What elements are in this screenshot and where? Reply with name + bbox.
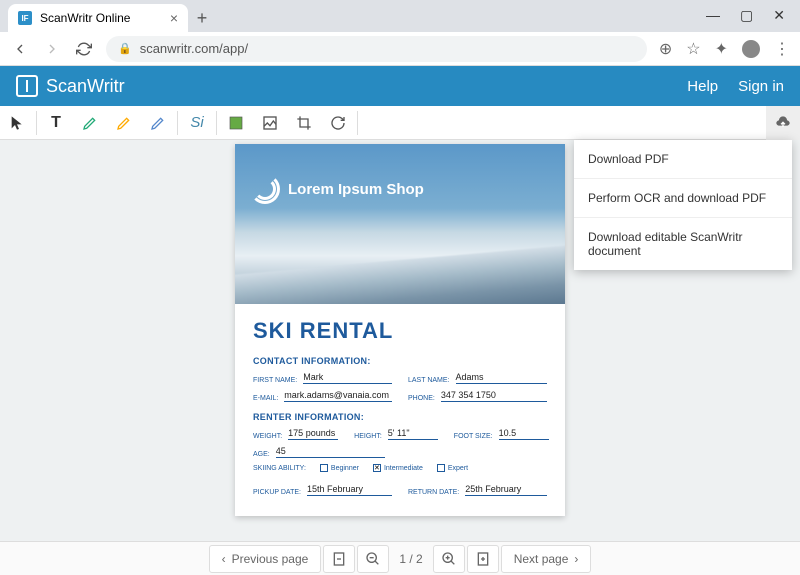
signin-link[interactable]: Sign in (738, 78, 784, 95)
image-fill-tool[interactable] (219, 106, 253, 140)
app-logo[interactable]: ScanWritr (16, 75, 125, 97)
next-page-button[interactable]: Next page › (501, 545, 592, 573)
brand-text: Lorem Ipsum Shop (288, 181, 424, 198)
minimize-icon[interactable]: — (706, 7, 720, 24)
new-tab-button[interactable]: + (188, 4, 216, 32)
image-tool[interactable] (253, 106, 287, 140)
first-name-label: FIRST NAME: (253, 377, 297, 384)
marker-tool[interactable] (107, 106, 141, 140)
pointer-tool[interactable] (0, 106, 34, 140)
forward-button[interactable] (42, 39, 62, 59)
foot-value: 10.5 (499, 428, 549, 440)
close-window-icon[interactable]: ✕ (773, 7, 785, 24)
last-name-label: LAST NAME: (408, 377, 450, 384)
export-menu: Download PDF Perform OCR and download PD… (574, 140, 792, 270)
help-link[interactable]: Help (687, 78, 718, 95)
chevron-right-icon: › (574, 552, 578, 566)
text-tool[interactable]: T (39, 106, 73, 140)
age-value: 45 (276, 446, 386, 458)
return-value: 25th February (465, 484, 547, 496)
foot-label: FOOT SIZE: (454, 433, 493, 440)
chk-intermediate-label: Intermediate (384, 465, 423, 472)
chevron-left-icon: ‹ (222, 552, 226, 566)
brand-icon (250, 174, 280, 204)
first-name-value: Mark (303, 372, 392, 384)
doc-title: SKI RENTAL (253, 318, 547, 344)
download-pdf-item[interactable]: Download PDF (574, 140, 792, 179)
extensions-icon[interactable]: ✦ (715, 39, 728, 59)
ocr-download-item[interactable]: Perform OCR and download PDF (574, 179, 792, 218)
toolbar: T Si (0, 106, 800, 140)
checkbox-intermediate: ✕ (373, 464, 381, 472)
zoom-in-button[interactable] (433, 545, 465, 573)
back-button[interactable] (10, 39, 30, 59)
logo-icon (16, 75, 38, 97)
tab-close-icon[interactable]: × (170, 10, 178, 26)
profile-icon[interactable] (742, 40, 760, 58)
app-name: ScanWritr (46, 76, 125, 97)
page-indicator: 1 / 2 (391, 552, 430, 566)
reload-button[interactable] (74, 39, 94, 59)
checkbox-expert (437, 464, 445, 472)
export-button[interactable] (766, 106, 800, 140)
last-name-value: Adams (456, 372, 548, 384)
prev-page-button[interactable]: ‹ Previous page (209, 545, 322, 573)
height-value: 5' 11" (388, 428, 438, 440)
favicon-icon: IF (18, 11, 32, 25)
maximize-icon[interactable]: ▢ (740, 7, 753, 24)
browser-tab[interactable]: IF ScanWritr Online × (8, 4, 188, 32)
download-editable-item[interactable]: Download editable ScanWritr document (574, 218, 792, 270)
pen-tool[interactable] (73, 106, 107, 140)
chk-beginner-label: Beginner (331, 465, 359, 472)
next-label: Next page (514, 552, 569, 566)
checkbox-beginner (320, 464, 328, 472)
address-bar: 🔒 scanwritr.com/app/ ⊕ ☆ ✦ ⋮ (0, 32, 800, 66)
menu-icon[interactable]: ⋮ (774, 39, 790, 59)
rotate-tool[interactable] (321, 106, 355, 140)
phone-label: PHONE: (408, 395, 435, 402)
pagination-footer: ‹ Previous page 1 / 2 Next page › (0, 541, 800, 575)
phone-value: 347 354 1750 (441, 390, 547, 402)
remove-page-button[interactable] (323, 545, 355, 573)
lock-icon: 🔒 (118, 42, 132, 55)
document-page: Lorem Ipsum Shop SKI RENTAL CONTACT INFO… (235, 144, 565, 516)
eraser-tool[interactable] (141, 106, 175, 140)
section-renter: RENTER INFORMATION: (253, 412, 547, 422)
bookmark-icon[interactable]: ☆ (686, 39, 700, 59)
hero-brand: Lorem Ipsum Shop (250, 174, 424, 204)
hero-image: Lorem Ipsum Shop (235, 144, 565, 304)
install-icon[interactable]: ⊕ (659, 39, 672, 59)
section-contact: CONTACT INFORMATION: (253, 356, 547, 366)
url-text: scanwritr.com/app/ (140, 41, 248, 56)
return-label: RETURN DATE: (408, 489, 459, 496)
add-page-button[interactable] (467, 545, 499, 573)
pickup-label: PICKUP DATE: (253, 489, 301, 496)
weight-value: 175 pounds (288, 428, 338, 440)
age-label: AGE: (253, 451, 270, 458)
weight-label: WEIGHT: (253, 433, 282, 440)
browser-titlebar: IF ScanWritr Online × + — ▢ ✕ (0, 0, 800, 32)
ability-label: SKIING ABILITY: (253, 465, 306, 472)
zoom-out-button[interactable] (357, 545, 389, 573)
pickup-value: 15th February (307, 484, 392, 496)
url-input[interactable]: 🔒 scanwritr.com/app/ (106, 36, 647, 62)
height-label: HEIGHT: (354, 433, 382, 440)
crop-tool[interactable] (287, 106, 321, 140)
tab-title: ScanWritr Online (40, 11, 130, 25)
email-label: E-MAIL: (253, 395, 278, 402)
chk-expert-label: Expert (448, 465, 468, 472)
app-header: ScanWritr Help Sign in (0, 66, 800, 106)
email-value: mark.adams@vanaia.com (284, 390, 392, 402)
signature-tool[interactable]: Si (180, 106, 214, 140)
prev-label: Previous page (232, 552, 309, 566)
